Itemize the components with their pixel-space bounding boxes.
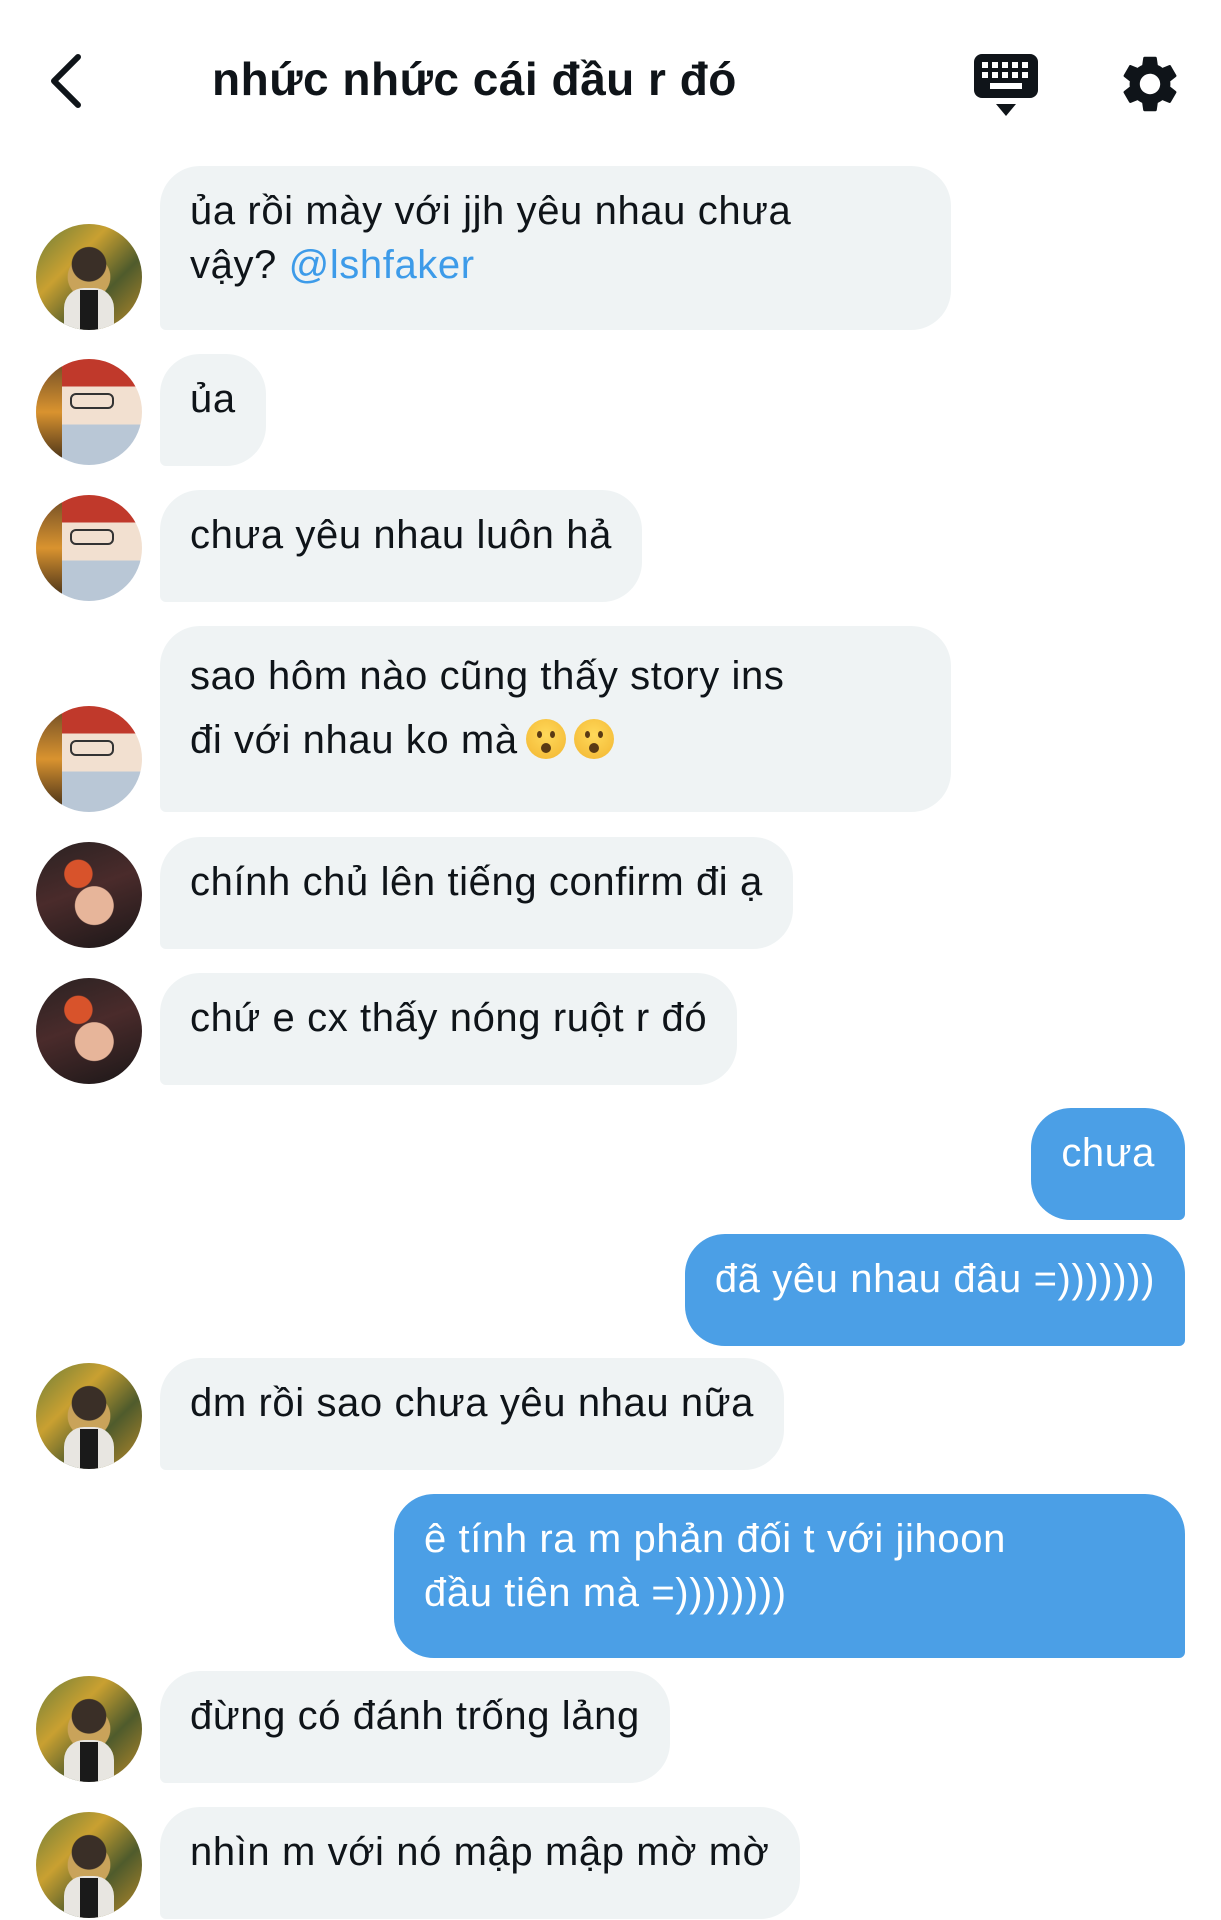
settings-button[interactable]	[1116, 50, 1184, 118]
message-text-line: đi với nhau ko mà	[190, 708, 921, 772]
avatar[interactable]	[36, 495, 142, 601]
mention-link[interactable]: @lshfaker	[289, 243, 475, 287]
avatar[interactable]	[36, 842, 142, 948]
message-text: đầu tiên mà =))))))))	[424, 1571, 787, 1615]
keyboard-icon	[974, 54, 1038, 116]
message-bubble[interactable]: ủa	[160, 354, 266, 466]
astonished-face-emoji	[573, 719, 614, 759]
message-text: vậy?	[190, 243, 289, 287]
message-text: chính chủ lên tiếng confirm đi ạ	[190, 860, 763, 904]
message-text: ủa	[190, 377, 236, 421]
avatar[interactable]	[36, 359, 142, 465]
avatar[interactable]	[36, 1676, 142, 1782]
message-bubble-outgoing[interactable]: đã yêu nhau đâu =)))))))	[684, 1234, 1185, 1346]
message-bubble[interactable]: chính chủ lên tiếng confirm đi ạ	[160, 837, 793, 949]
message-bubble[interactable]: sao hôm nào cũng thấy story ins đi với n…	[160, 626, 951, 812]
message-text: nhìn m với nó mập mập mờ mờ	[190, 1830, 770, 1874]
message-text: đi với nhau ko mà	[190, 718, 518, 762]
message-text: chứ e cx thấy nóng ruột r đó	[190, 996, 708, 1040]
chevron-left-icon	[51, 54, 81, 108]
message-bubble[interactable]: chứ e cx thấy nóng ruột r đó	[160, 973, 738, 1085]
message-bubble-outgoing[interactable]: ê tính ra m phản đối t với jihoon đầu ti…	[394, 1494, 1185, 1658]
message-text: dm rồi sao chưa yêu nhau nữa	[190, 1381, 755, 1425]
astonished-face-emoji	[525, 719, 566, 759]
message-bubble[interactable]: đừng có đánh trống lảng	[160, 1671, 670, 1783]
message-text: đã yêu nhau đâu =)))))))	[714, 1257, 1155, 1301]
message-bubble[interactable]: chưa yêu nhau luôn hả	[160, 490, 642, 602]
avatar[interactable]	[36, 224, 142, 330]
conversation-title: nhức nhức cái đầu r đó	[212, 53, 737, 105]
back-button[interactable]	[38, 42, 94, 120]
avatar[interactable]	[36, 706, 142, 812]
gear-icon	[1123, 56, 1177, 112]
avatar[interactable]	[36, 1363, 142, 1469]
message-text: sao hôm nào cũng thấy story ins	[190, 654, 785, 698]
message-text-line: vậy? @lshfaker	[190, 238, 921, 292]
conversation-header: nhức nhức cái đầu r đó	[0, 0, 1221, 166]
message-bubble-outgoing[interactable]: chưa	[1031, 1108, 1185, 1220]
keyboard-button[interactable]	[970, 48, 1042, 120]
message-text: ê tính ra m phản đối t với jihoon	[424, 1517, 1006, 1561]
avatar[interactable]	[36, 978, 142, 1084]
message-bubble[interactable]: nhìn m với nó mập mập mờ mờ	[160, 1807, 800, 1919]
message-text: đừng có đánh trống lảng	[190, 1694, 640, 1738]
message-bubble[interactable]: dm rồi sao chưa yêu nhau nữa	[160, 1358, 785, 1470]
message-text: chưa	[1061, 1131, 1155, 1175]
message-bubble[interactable]: ủa rồi mày với jjh yêu nhau chưa vậy? @l…	[160, 166, 951, 330]
message-text: chưa yêu nhau luôn hả	[190, 513, 612, 557]
avatar[interactable]	[36, 1812, 142, 1918]
message-text: ủa rồi mày với jjh yêu nhau chưa	[190, 189, 792, 233]
